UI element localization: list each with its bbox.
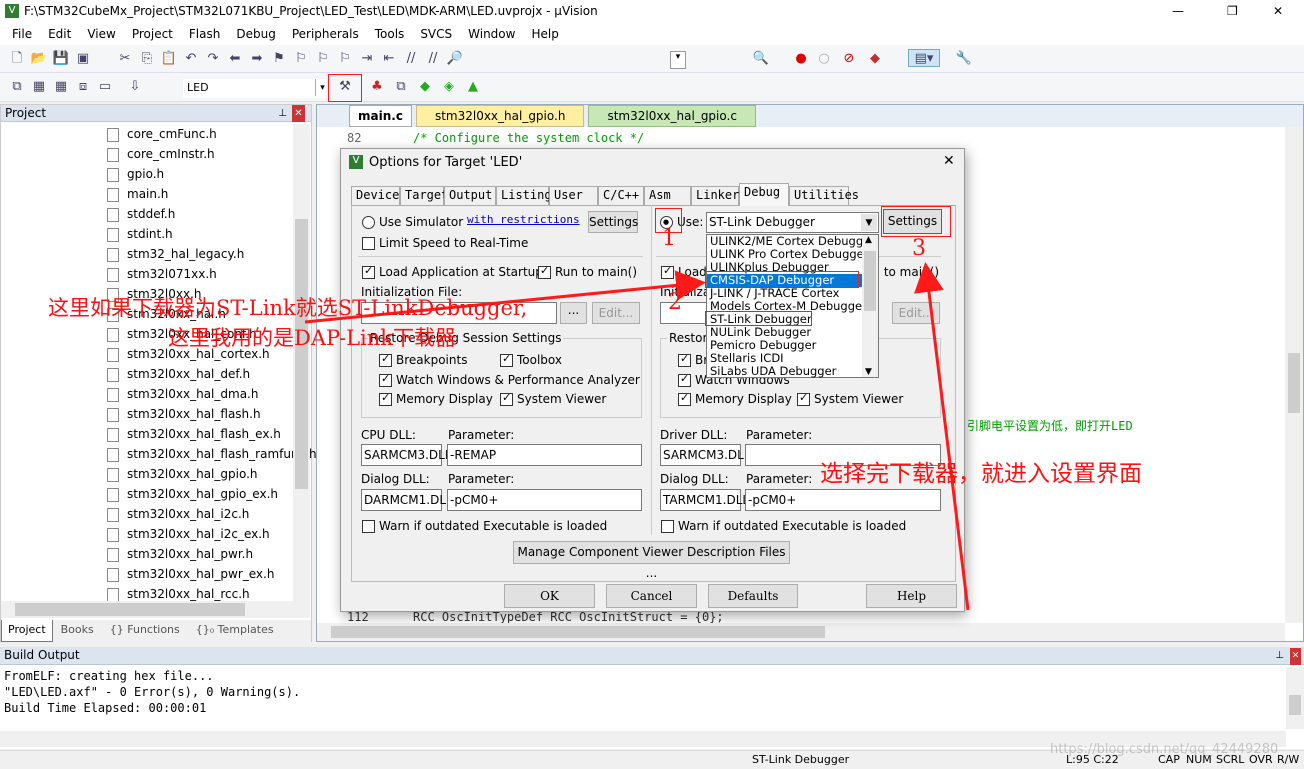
annotation-text: 选择完下载器，就进入设置界面	[820, 461, 1142, 487]
dialog-tab-debug[interactable]: Debug	[739, 183, 789, 206]
arrow-to-settings	[914, 262, 970, 611]
annotation-number: 2	[668, 290, 682, 315]
annotation-number: 3	[912, 236, 926, 261]
annotation-arrows	[304, 262, 970, 611]
annotation-number: 1	[662, 226, 676, 251]
annotation-text: 这里我用的是DAP-Link下载器	[168, 326, 456, 350]
annotation-text: 这里如果下载器为ST-Link就选ST-LinkDebugger,	[48, 296, 528, 320]
